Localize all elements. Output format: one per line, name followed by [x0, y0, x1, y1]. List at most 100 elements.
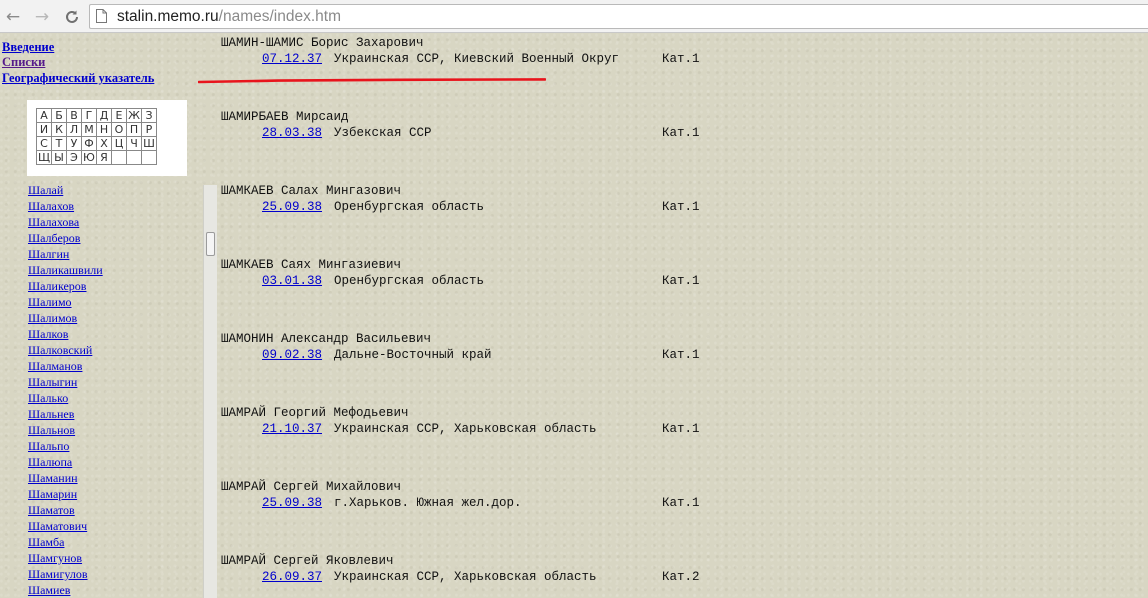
surname-link[interactable]: Шальнев — [28, 406, 103, 422]
surname-link[interactable]: Шалько — [28, 390, 103, 406]
record-name: ШАМРАЙ Георгий Мефодьевич — [221, 406, 409, 420]
alphabet-letter[interactable]: Р — [141, 122, 157, 137]
alphabet-letter[interactable]: Ф — [81, 136, 97, 151]
surname-link[interactable]: Шамигулов — [28, 566, 103, 582]
surname-link[interactable]: Шалахов — [28, 198, 103, 214]
record-place: г.Харьков. Южная жел.дор. — [334, 496, 522, 510]
record-name: ШАМОНИН Александр Васильевич — [221, 332, 432, 346]
address-bar[interactable]: stalin.memo.ru/names/index.htm — [89, 4, 1148, 29]
record-place: Узбекская ССР — [334, 126, 432, 140]
surname-link[interactable]: Шаматович — [28, 518, 103, 534]
forward-arrow-icon[interactable]: → — [31, 6, 53, 28]
surname-link[interactable]: Шаманин — [28, 470, 103, 486]
back-arrow-icon[interactable]: ← — [2, 6, 24, 28]
record-name: ШАМИН-ШАМИС Борис Захарович — [221, 36, 424, 50]
record-date-link[interactable]: 09.02.38 — [262, 348, 322, 362]
alphabet-letter[interactable]: М — [81, 122, 97, 137]
surname-link[interactable]: Шалковский — [28, 342, 103, 358]
alphabet-letter[interactable]: З — [141, 108, 157, 123]
alphabet-letter[interactable]: Ц — [111, 136, 127, 151]
surname-link[interactable]: Шамгунов — [28, 550, 103, 566]
record-date-link[interactable]: 03.01.38 — [262, 274, 322, 288]
alphabet-letter[interactable]: Ж — [126, 108, 142, 123]
record-name: ШАМРАЙ Сергей Михайлович — [221, 480, 402, 494]
alphabet-letter[interactable]: П — [126, 122, 142, 137]
surname-link[interactable]: Шаликашвили — [28, 262, 103, 278]
record-category: Кат.1 — [662, 200, 700, 214]
geo-index-link[interactable]: Географический указатель — [2, 71, 154, 86]
surname-link[interactable]: Шалгин — [28, 246, 103, 262]
alphabet-letter — [141, 150, 157, 165]
browser-toolbar: ← → stalin.memo.ru/names/index.htm — [0, 0, 1148, 33]
record-place: Украинская ССР, Киевский Военный Округ — [334, 52, 620, 66]
record-category: Кат.2 — [662, 570, 700, 584]
surname-link[interactable]: Шамиев — [28, 582, 103, 598]
record-category: Кат.1 — [662, 126, 700, 140]
alphabet-letter[interactable]: А — [36, 108, 52, 123]
record-date-link[interactable]: 26.09.37 — [262, 570, 322, 584]
alphabet-letter[interactable]: У — [66, 136, 82, 151]
alphabet-letter[interactable]: Б — [51, 108, 67, 123]
alphabet-letter[interactable]: Д — [96, 108, 112, 123]
page-content: Введение Списки Географический указатель… — [0, 33, 1148, 598]
alphabet-letter[interactable]: Ш — [141, 136, 157, 151]
alphabet-letter[interactable]: Х — [96, 136, 112, 151]
record-name: ШАМИРБАЕВ Мирсаид — [221, 110, 349, 124]
alphabet-letter[interactable]: Щ — [36, 150, 52, 165]
alphabet-letter — [111, 150, 127, 165]
alphabet-letter[interactable]: Т — [51, 136, 67, 151]
record-date-link[interactable]: 28.03.38 — [262, 126, 322, 140]
page-icon — [96, 9, 107, 23]
alphabet-letter[interactable]: С — [36, 136, 52, 151]
alphabet-letter[interactable]: Я — [96, 150, 112, 165]
record-name: ШАМКАЕВ Салах Мингазович — [221, 184, 402, 198]
record-date-link[interactable]: 07.12.37 — [262, 52, 322, 66]
surname-list: Шалай Шалахов Шалахова Шалберов Шалгин Шалика… — [28, 182, 103, 598]
record-date-link[interactable]: 25.09.38 — [262, 200, 322, 214]
alphabet-letter[interactable]: Е — [111, 108, 127, 123]
surname-link[interactable]: Шалыгин — [28, 374, 103, 390]
surname-link[interactable]: Шаматов — [28, 502, 103, 518]
alphabet-grid: АБВГДЕЖЗ ИКЛМНОПР СТУФХЦЧШ ЩЫЭЮЯ — [36, 108, 157, 165]
surname-link[interactable]: Шалахова — [28, 214, 103, 230]
alphabet-index: АБВГДЕЖЗ ИКЛМНОПР СТУФХЦЧШ ЩЫЭЮЯ — [27, 100, 187, 176]
surname-link[interactable]: Шальнов — [28, 422, 103, 438]
record-category: Кат.1 — [662, 348, 700, 362]
surname-link[interactable]: Шалимо — [28, 294, 103, 310]
alphabet-letter[interactable]: И — [36, 122, 52, 137]
reload-icon[interactable] — [61, 6, 83, 28]
surname-link[interactable]: Шалманов — [28, 358, 103, 374]
alphabet-letter[interactable]: Ч — [126, 136, 142, 151]
alphabet-letter[interactable]: Э — [66, 150, 82, 165]
alphabet-letter[interactable]: Л — [66, 122, 82, 137]
surname-link[interactable]: Шалков — [28, 326, 103, 342]
record-name: ШАМКАЕВ Саях Мингазиевич — [221, 258, 402, 272]
alphabet-letter[interactable]: Ю — [81, 150, 97, 165]
alphabet-letter[interactable]: Г — [81, 108, 97, 123]
alphabet-letter[interactable]: Ы — [51, 150, 67, 165]
red-underline-annotation — [198, 78, 546, 84]
scrollbar-thumb[interactable] — [206, 232, 215, 256]
surname-link[interactable]: Шалберов — [28, 230, 103, 246]
url-path: /names/index.htm — [218, 8, 341, 25]
surname-link[interactable]: Шальпо — [28, 438, 103, 454]
record-place: Дальне-Восточный край — [334, 348, 492, 362]
surname-link[interactable]: Шалимов — [28, 310, 103, 326]
record-date-link[interactable]: 25.09.38 — [262, 496, 322, 510]
alphabet-letter — [126, 150, 142, 165]
surname-link[interactable]: Шалай — [28, 182, 103, 198]
intro-link[interactable]: Введение — [2, 40, 54, 55]
record-name: ШАМРАЙ Сергей Яковлевич — [221, 554, 394, 568]
lists-link[interactable]: Списки — [2, 55, 45, 70]
alphabet-letter[interactable]: К — [51, 122, 67, 137]
surname-link[interactable]: Шаликеров — [28, 278, 103, 294]
surname-link[interactable]: Шамарин — [28, 486, 103, 502]
surname-link[interactable]: Шалюпа — [28, 454, 103, 470]
record-category: Кат.1 — [662, 52, 700, 66]
alphabet-letter[interactable]: Н — [96, 122, 112, 137]
frame-scrollbar[interactable] — [203, 185, 217, 598]
alphabet-letter[interactable]: В — [66, 108, 82, 123]
surname-link[interactable]: Шамба — [28, 534, 103, 550]
alphabet-letter[interactable]: О — [111, 122, 127, 137]
record-date-link[interactable]: 21.10.37 — [262, 422, 322, 436]
